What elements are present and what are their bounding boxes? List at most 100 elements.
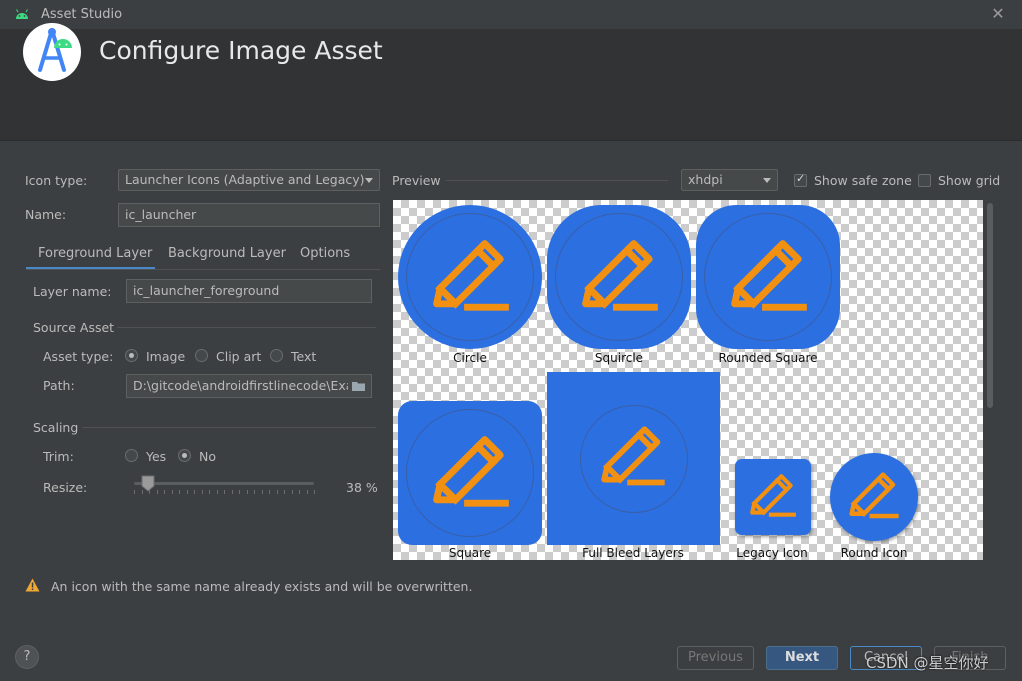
name-field[interactable]: ic_launcher	[118, 203, 380, 227]
slider-tick	[186, 490, 188, 494]
slider-tick	[164, 490, 165, 494]
help-button[interactable]: ?	[15, 645, 39, 669]
pencil-icon	[849, 472, 899, 519]
slider-tick	[209, 490, 210, 494]
slider-tick	[246, 490, 248, 494]
pencil-icon	[601, 426, 665, 486]
icon-type-dropdown[interactable]: Launcher Icons (Adaptive and Legacy)	[118, 169, 380, 191]
slider-tick	[261, 490, 263, 494]
page-title: Configure Image Asset	[99, 36, 383, 65]
asset-type-clipart-radio[interactable]	[195, 349, 208, 362]
trim-yes-label[interactable]: Yes	[146, 449, 166, 464]
density-dropdown[interactable]: xhdpi	[681, 169, 778, 191]
android-studio-logo-icon	[23, 23, 81, 81]
window-title: Asset Studio	[41, 7, 123, 22]
slider-tick	[201, 490, 203, 494]
trim-no-radio[interactable]	[178, 449, 191, 462]
path-field[interactable]: D:\gitcode\androidfirstlinecode\Exar	[126, 374, 348, 398]
show-safe-zone-label[interactable]: Show safe zone	[814, 173, 912, 188]
slider-tick	[306, 490, 308, 494]
circle-caption: Circle	[453, 351, 487, 365]
legacy-icon-preview	[735, 459, 811, 535]
round-icon-preview	[830, 453, 918, 541]
previous-button[interactable]: Previous	[677, 646, 754, 670]
slider-tick	[194, 490, 195, 494]
slider-tick	[134, 490, 135, 494]
scaling-divider	[82, 427, 376, 428]
rounded-square-icon-preview	[696, 205, 840, 349]
asset-type-image-radio[interactable]	[125, 349, 138, 362]
slider-tick	[224, 490, 225, 494]
tab-background-layer[interactable]: Background Layer	[168, 246, 286, 261]
asset-type-image-label[interactable]: Image	[146, 349, 185, 364]
slider-tick	[314, 490, 315, 494]
trim-yes-radio[interactable]	[125, 449, 138, 462]
full-bleed-icon-preview	[547, 372, 720, 545]
icon-type-value: Launcher Icons (Adaptive and Legacy)	[125, 172, 365, 187]
source-asset-heading: Source Asset	[33, 320, 115, 335]
slider-tick	[231, 490, 233, 494]
rounded-square-caption: Rounded Square	[718, 351, 818, 365]
tab-foreground-layer[interactable]: Foreground Layer	[38, 246, 152, 261]
pencil-icon	[433, 436, 509, 507]
asset-type-text-radio[interactable]	[270, 349, 283, 362]
squircle-icon-preview	[547, 205, 691, 349]
resize-slider-thumb[interactable]	[141, 475, 155, 492]
title-bar	[0, 0, 1022, 30]
slider-tick	[276, 490, 278, 494]
show-safe-zone-checkbox[interactable]	[794, 172, 807, 187]
slider-tick	[291, 490, 293, 494]
slider-tick	[171, 490, 173, 494]
pencil-icon	[750, 474, 796, 517]
watermark-text: CSDN @星空你好	[866, 654, 989, 672]
square-caption: Square	[448, 546, 492, 560]
preview-canvas: Circle Squircle Rounded Square Square Fu…	[393, 200, 983, 560]
name-label: Name:	[25, 207, 67, 222]
squircle-caption: Squircle	[594, 351, 644, 365]
path-label: Path:	[43, 378, 75, 393]
asset-type-label: Asset type:	[43, 349, 114, 364]
show-grid-checkbox[interactable]	[918, 174, 931, 187]
warning-message: An icon with the same name already exist…	[51, 579, 473, 594]
slider-tick	[179, 490, 180, 494]
full-bleed-caption: Full Bleed Layers	[582, 546, 684, 560]
resize-value: 38 %	[346, 480, 378, 495]
trim-label: Trim:	[43, 449, 74, 464]
icon-type-label: Icon type:	[25, 173, 88, 188]
resize-slider-track[interactable]	[134, 482, 314, 485]
folder-icon	[352, 382, 365, 391]
warning-icon	[25, 578, 40, 592]
resize-slider-ticks	[134, 490, 315, 494]
next-button[interactable]: Next	[766, 646, 838, 670]
layer-name-field[interactable]: ic_launcher_foreground	[126, 279, 372, 303]
source-asset-divider	[117, 327, 376, 328]
slider-tick	[216, 490, 218, 494]
slider-tick	[156, 490, 158, 494]
slider-tick	[299, 490, 300, 494]
tab-divider	[26, 269, 380, 270]
round-caption: Round Icon	[840, 546, 908, 560]
resize-label: Resize:	[43, 480, 88, 495]
slider-tick	[239, 490, 240, 494]
android-icon	[16, 9, 28, 19]
chevron-down-icon	[365, 178, 373, 183]
asset-type-clipart-label[interactable]: Clip art	[216, 349, 261, 364]
chevron-down-icon	[763, 178, 771, 183]
pencil-icon	[731, 240, 807, 311]
slider-tick	[269, 490, 270, 494]
preview-label: Preview	[392, 173, 441, 188]
layer-name-label: Layer name:	[33, 284, 112, 299]
asset-type-text-label[interactable]: Text	[291, 349, 316, 364]
slider-tick	[284, 490, 285, 494]
close-icon[interactable]: ✕	[989, 5, 1007, 23]
trim-no-label[interactable]: No	[199, 449, 216, 464]
density-value: xhdpi	[688, 172, 723, 187]
preview-scrollbar-thumb[interactable]	[987, 203, 993, 408]
slider-tick	[254, 490, 255, 494]
pencil-icon	[582, 240, 658, 311]
pencil-icon	[433, 240, 509, 311]
browse-folder-button[interactable]	[348, 374, 372, 398]
circle-icon-preview	[398, 205, 542, 349]
tab-options[interactable]: Options	[300, 246, 350, 261]
show-grid-label[interactable]: Show grid	[938, 173, 1000, 188]
